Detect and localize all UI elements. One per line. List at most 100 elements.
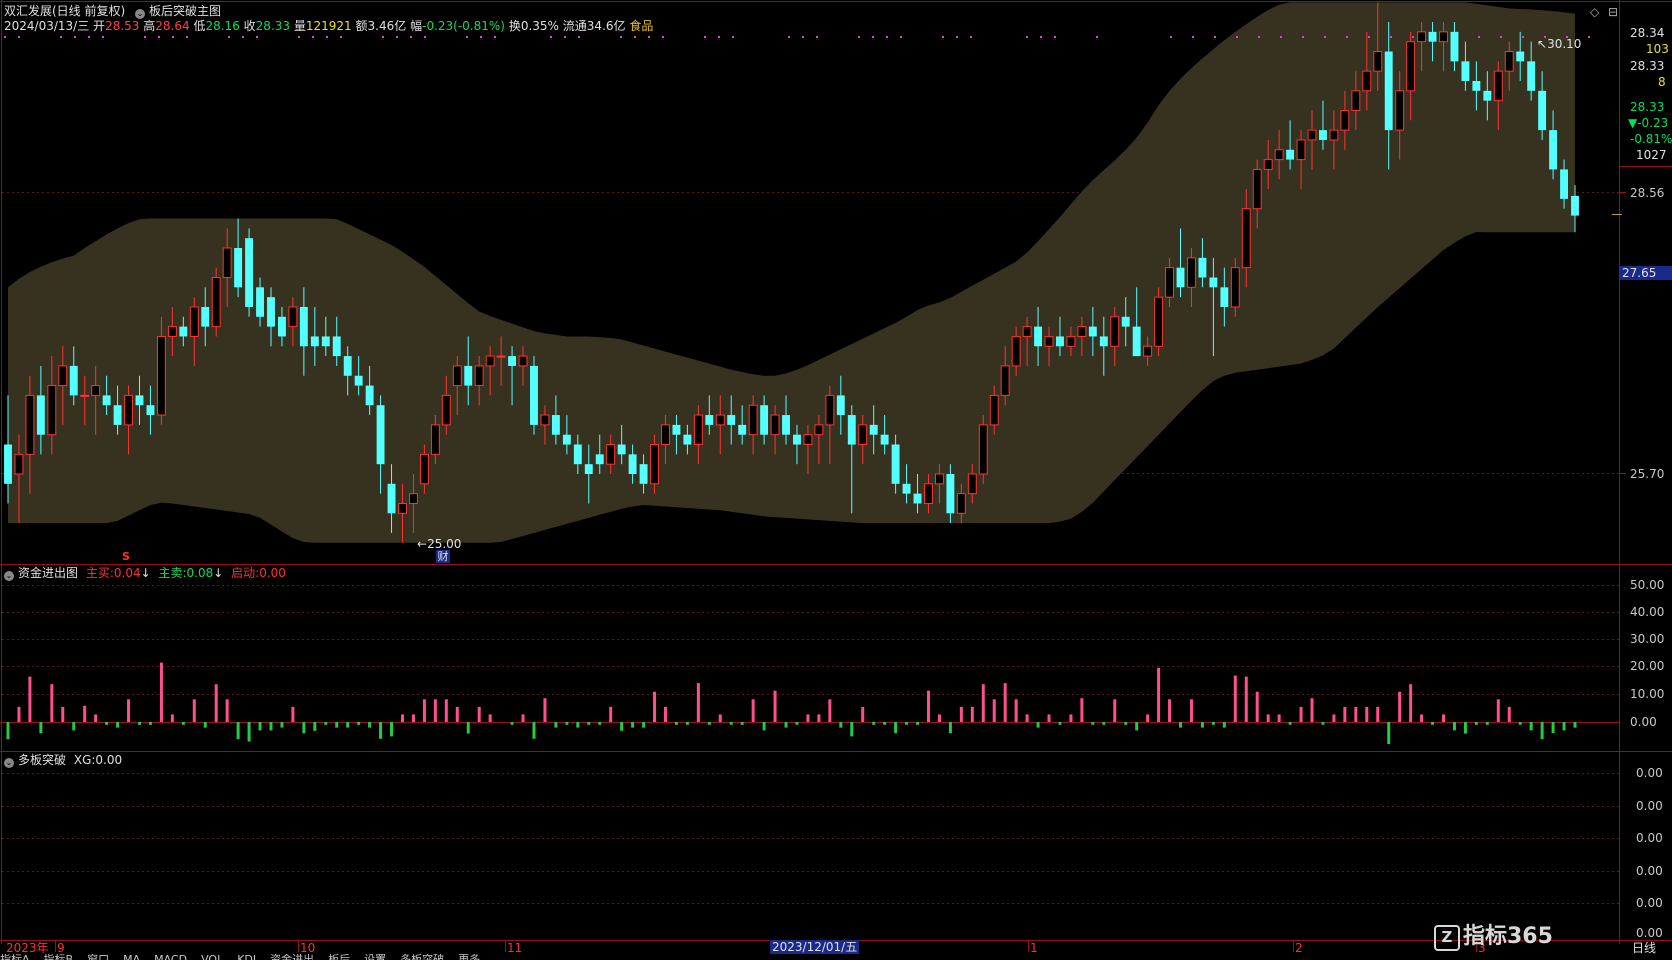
candle-body-up [474,365,484,387]
indicator-tab[interactable]: KDJ [237,954,256,960]
breakout-band [8,2,1575,543]
candle-body-down [530,365,538,425]
signal-dot [1170,36,1172,38]
fund-bar-negative [1540,722,1544,740]
signal-dot [942,36,944,38]
signal-dot [816,36,818,38]
down-arrow-icon: ↓ [213,566,224,580]
indicator-tab[interactable]: 更多 [458,954,480,960]
indicator-tab[interactable]: 指标B [44,954,74,960]
candle-body-down [179,326,188,337]
fund-bar-positive [696,683,700,722]
fund-bar-negative [1091,722,1095,725]
candle-body-up [1439,31,1448,43]
fund-bar-negative [137,722,141,725]
candle-body-up [1022,326,1032,337]
candle-body-up [167,326,177,337]
indicator-tab[interactable]: MA [123,954,140,960]
candle-body-up [1351,90,1361,111]
indicator-tab[interactable]: 指标A [0,954,30,960]
signal-dot [1214,36,1216,38]
candle-body-down [1560,169,1568,199]
indicator-tab[interactable]: VOL [201,954,223,960]
stock-name[interactable]: 双汇发展(日线 前复权) [4,4,125,18]
fund-bar-positive [1233,675,1237,722]
fund-bar-negative [1387,722,1391,744]
axis-change: ▼-0.23 [1628,116,1669,130]
fund-bar-negative [247,722,251,742]
indicator-tab[interactable]: 窗口 [87,954,109,960]
fund-bar-positive [1332,714,1336,722]
fund-bar-positive [1157,668,1161,722]
fund-bar-positive [225,699,229,722]
fund-bar-negative [324,722,328,725]
fund-bar-positive [170,714,174,722]
signal-dot [1412,36,1414,38]
fund-bar-positive [1014,699,1018,722]
signal-dot [480,36,482,38]
fund-bar-negative [1058,722,1062,725]
candle-body-up [803,434,813,446]
signal-dot [1390,36,1392,38]
multi-tick: 0.00 [1636,896,1663,910]
candle-body-up [1263,159,1273,170]
candle-body-up [1165,267,1174,298]
fund-panel-toggle-icon[interactable]: ⌄ [4,571,14,581]
time-axis-ticks [55,940,1477,952]
xg-label: XG: [73,753,96,767]
candle-body-up [924,483,933,504]
multi-panel-title[interactable]: 多板突破 [18,753,66,767]
fund-bar-negative [1573,722,1577,728]
kline-chart-canvas[interactable] [0,0,1672,960]
candle-body-down [278,316,286,337]
candle-body-down [727,415,736,425]
candle-body-down [4,444,12,484]
signal-dot [1522,36,1524,38]
signal-dot [1040,36,1042,38]
time-cursor-date: 2023/12/01/五 [770,940,860,954]
signal-dot [578,36,580,38]
candle-body-down [113,405,122,425]
indicator-tab[interactable]: 设置 [364,954,386,960]
fund-bar-positive [1409,684,1413,722]
finance-badge[interactable]: 财 [436,550,450,563]
fund-bar-negative [72,722,76,731]
time-label-month: 1 [1030,941,1038,955]
signal-dot [1054,36,1056,38]
indicator-tab[interactable]: 资金进出 [270,954,314,960]
expand-icon[interactable]: ⊟ [1608,5,1618,19]
candle-body-up [825,394,835,426]
signal-dot [242,36,244,38]
fund-bar-negative [1518,722,1522,725]
indicator-name[interactable]: 板后突破主图 [149,4,221,18]
candle-body-up [1143,345,1153,357]
candle-body-down [847,415,856,445]
fund-bar-negative [620,722,624,731]
fund-panel-title[interactable]: 资金进出图 [18,566,78,580]
signal-dot [74,36,76,38]
fund-bar-negative [948,722,952,734]
indicator-toggle-icon[interactable]: ⌄ [135,9,146,19]
candle-body-down [1132,326,1141,357]
period-selector[interactable]: 日线 [1632,941,1656,955]
candle-body-up [1296,139,1306,161]
fund-bar-positive [1420,714,1424,722]
sector-tag[interactable]: 食品 [629,19,653,33]
indicator-tab[interactable]: MACD [154,954,187,960]
indicator-tab[interactable]: 多板突破 [400,954,444,960]
diamond-icon[interactable]: ◇ [1590,5,1599,19]
signal-dot [1368,36,1370,38]
signal-dot [88,36,90,38]
candle-body-up [1417,31,1427,43]
fund-bar-negative [1485,722,1489,725]
fund-bar-negative [631,722,635,728]
indicator-tab[interactable]: 板后 [328,954,350,960]
multi-panel-toggle-icon[interactable]: ⌄ [4,758,14,768]
candle-body-up [1241,208,1251,269]
fund-bar-positive [422,699,426,722]
fund-bar-negative [1211,722,1215,725]
signal-dot [18,36,20,38]
fund-bar-negative [335,722,339,728]
band-area [8,2,1575,543]
main-sell-value: 0.08 [186,566,214,580]
